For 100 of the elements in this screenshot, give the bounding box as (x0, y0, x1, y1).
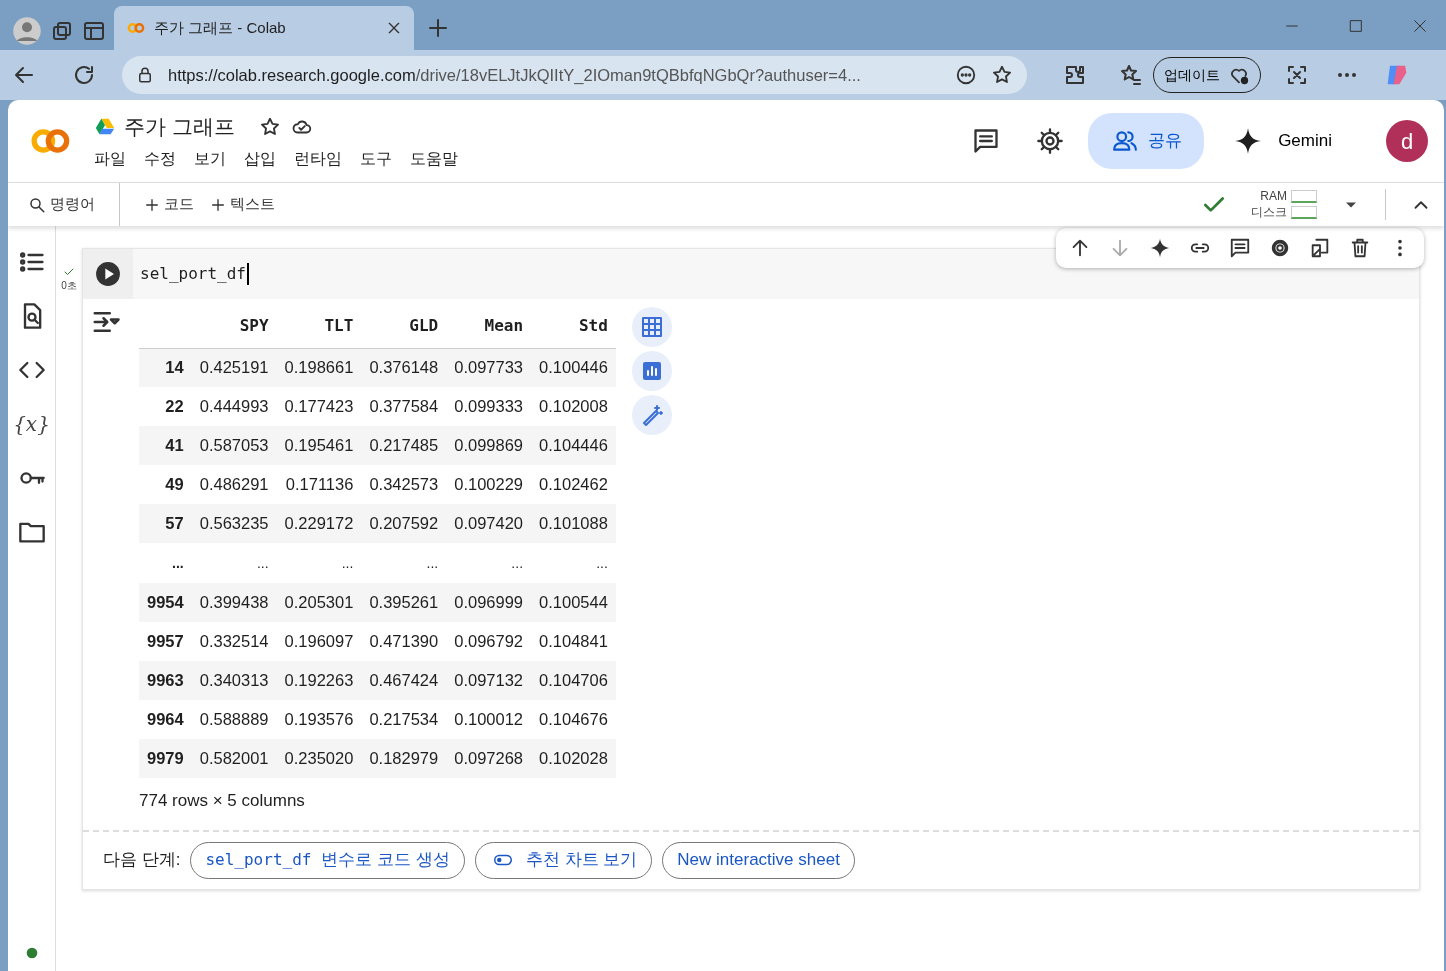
table-cell: 0.399438 (191, 583, 277, 622)
reload-icon[interactable] (72, 63, 96, 87)
table-cell: 0.101088 (531, 504, 616, 543)
table-cell: 0.102008 (531, 387, 616, 426)
run-icon[interactable] (95, 261, 121, 287)
browser-tab[interactable]: 주가 그래프 - Colab (114, 6, 414, 50)
table-cell: 0.100446 (531, 348, 616, 387)
table-cell: 0.171136 (276, 465, 362, 504)
favorites-icon[interactable] (1119, 63, 1143, 87)
table-cell: 0.486291 (191, 465, 277, 504)
table-cell: 0.182979 (361, 739, 447, 778)
url-text: https://colab.research.google.com/drive/18vELJtJkQIItY_2IOman9tQBbfqNGbQr?authuser=4... (168, 64, 862, 86)
table-cell: 0.377584 (361, 387, 447, 426)
table-cell: 0.582001 (191, 739, 277, 778)
code-text[interactable]: sel_port_df (133, 263, 249, 285)
variables-button[interactable]: {x} (15, 408, 48, 440)
tab-title: 주가 그래프 - Colab (154, 17, 287, 38)
row-index: 9979 (139, 739, 192, 778)
suggestion-chip[interactable]: sel_port_df 변수로 코드 생성 (190, 841, 465, 879)
table-cell: ... (361, 543, 447, 583)
table-cell: 0.100544 (531, 583, 616, 622)
table-cell: 0.104676 (531, 700, 616, 739)
menu-item[interactable]: 도구 (360, 146, 392, 171)
menu-item[interactable]: 도움말 (410, 146, 458, 171)
table-cell: 0.217534 (361, 700, 447, 739)
column-header: GLD (361, 305, 447, 348)
maximize-icon[interactable] (1348, 18, 1364, 34)
add-button[interactable]: 텍스트 (202, 189, 283, 220)
table-cell: ... (191, 543, 277, 583)
notebook-title[interactable]: 주가 그래프 (124, 111, 235, 143)
puzzle-icon[interactable] (1063, 63, 1087, 87)
gemini-button[interactable]: Gemini (1228, 126, 1338, 156)
table-cell: ... (276, 543, 362, 583)
comment-icon[interactable] (972, 127, 1001, 155)
table-cell: 0.102028 (531, 739, 616, 778)
table-cell: 0.229172 (276, 504, 362, 543)
table-cell: 0.100229 (446, 465, 532, 504)
row-index: 9963 (139, 661, 192, 700)
comment-icon[interactable] (1229, 237, 1251, 259)
table-cell: 0.104841 (531, 622, 616, 661)
menu-item[interactable]: 삽입 (244, 146, 276, 171)
workspaces-icon[interactable] (50, 19, 74, 43)
table-icon[interactable] (639, 315, 664, 339)
star-icon[interactable] (991, 64, 1013, 86)
table-cell: 0.340313 (191, 661, 277, 700)
menu-item[interactable]: 런타임 (294, 146, 342, 171)
execution-time: 0초 (61, 279, 77, 293)
column-header: Mean (446, 305, 532, 348)
table-cell: 0.104446 (531, 426, 616, 465)
table-cell: 0.096999 (446, 583, 532, 622)
table-cell: 0.376148 (361, 348, 447, 387)
new-tab-icon[interactable] (426, 16, 450, 40)
table-cell: 0.100012 (446, 700, 532, 739)
table-cell: 0.342573 (361, 465, 447, 504)
table-cell: 0.097132 (446, 661, 532, 700)
star-icon[interactable] (258, 116, 281, 138)
row-index: ... (139, 543, 192, 583)
table-cell: ... (531, 543, 616, 583)
table-cell: 0.102462 (531, 465, 616, 504)
row-index: 9964 (139, 700, 192, 739)
row-index: 49 (139, 465, 192, 504)
suggestion-chip[interactable]: 추천 차트 보기 (474, 841, 653, 879)
search-icon (28, 195, 46, 214)
avatar[interactable]: d (1386, 120, 1428, 162)
screenshot-icon[interactable] (1285, 63, 1309, 87)
profile-icon[interactable] (12, 16, 42, 46)
command-button[interactable]: 명령어 (20, 189, 103, 220)
table-cell: 0.395261 (361, 583, 447, 622)
menu-item[interactable]: 파일 (94, 146, 126, 171)
table-cell: 0.104706 (531, 661, 616, 700)
next-steps-label: 다음 단계: (103, 849, 181, 872)
table-cell: 0.425191 (191, 348, 277, 387)
lock-icon (136, 66, 154, 84)
share-button[interactable]: 공유 (1088, 113, 1205, 169)
table-cell: 0.192263 (276, 661, 362, 700)
suggestion-chip[interactable]: New interactive sheet (662, 841, 855, 879)
table-cell: 0.207592 (361, 504, 447, 543)
column-header: SPY (191, 305, 277, 348)
add-button[interactable]: 코드 (136, 189, 202, 220)
delete-icon[interactable] (1349, 237, 1371, 259)
table-cell: 0.097733 (446, 348, 532, 387)
resource-meter[interactable]: RAM 디스크 (1251, 188, 1317, 221)
table-cell: 0.193576 (276, 700, 362, 739)
table-cell: 0.177423 (276, 387, 362, 426)
tab-actions-icon[interactable] (82, 19, 106, 43)
table-cell: 0.235020 (276, 739, 362, 778)
column-header: Std (531, 305, 616, 348)
row-index: 9954 (139, 583, 192, 622)
table-cell: 0.097268 (446, 739, 532, 778)
column-header: TLT (276, 305, 362, 348)
table-cell: 0.587053 (191, 426, 277, 465)
table-cell: 0.205301 (276, 583, 362, 622)
menu-item[interactable]: 수정 (144, 146, 176, 171)
more-icon[interactable] (955, 64, 977, 86)
table-cell: 0.588889 (191, 700, 277, 739)
close-icon[interactable] (1412, 18, 1428, 34)
address-bar[interactable]: https://colab.research.google.com/drive/18vELJtJkQIItY_2IOman9tQBbfqNGbQr?authuser=4... (122, 56, 1027, 94)
close-icon[interactable] (386, 20, 402, 36)
table-cell: 0.096792 (446, 622, 532, 661)
menu-item[interactable]: 보기 (194, 146, 226, 171)
